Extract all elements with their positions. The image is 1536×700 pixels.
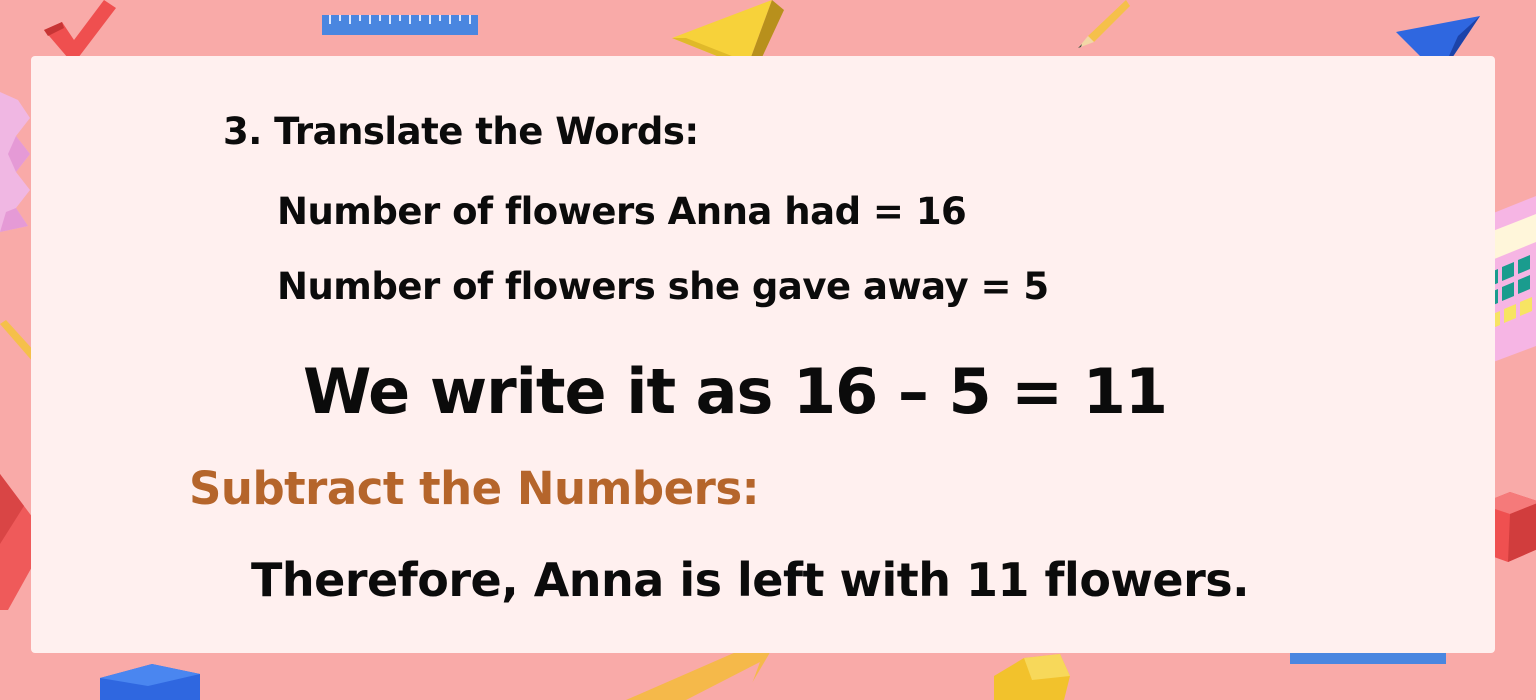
blue-ruler-icon (322, 15, 478, 35)
blue-cube-icon (100, 664, 200, 700)
pink-zigzag-block-icon (0, 92, 34, 232)
slide: 3. Translate the Words: Number of flower… (0, 0, 1536, 700)
subtract-heading: Subtract the Numbers: (189, 462, 760, 515)
yellow-hexagon-block-icon (994, 654, 1074, 700)
fact-flowers-had: Number of flowers Anna had = 16 (277, 190, 967, 233)
section-heading: 3. Translate the Words: (223, 110, 699, 153)
pencil-icon (1074, 0, 1130, 50)
fact-flowers-gave-away: Number of flowers she gave away = 5 (277, 265, 1049, 308)
conclusion: Therefore, Anna is left with 11 flowers. (251, 553, 1250, 607)
red-checkmark-icon (40, 0, 120, 62)
equation: We write it as 16 – 5 = 11 (303, 355, 1168, 428)
